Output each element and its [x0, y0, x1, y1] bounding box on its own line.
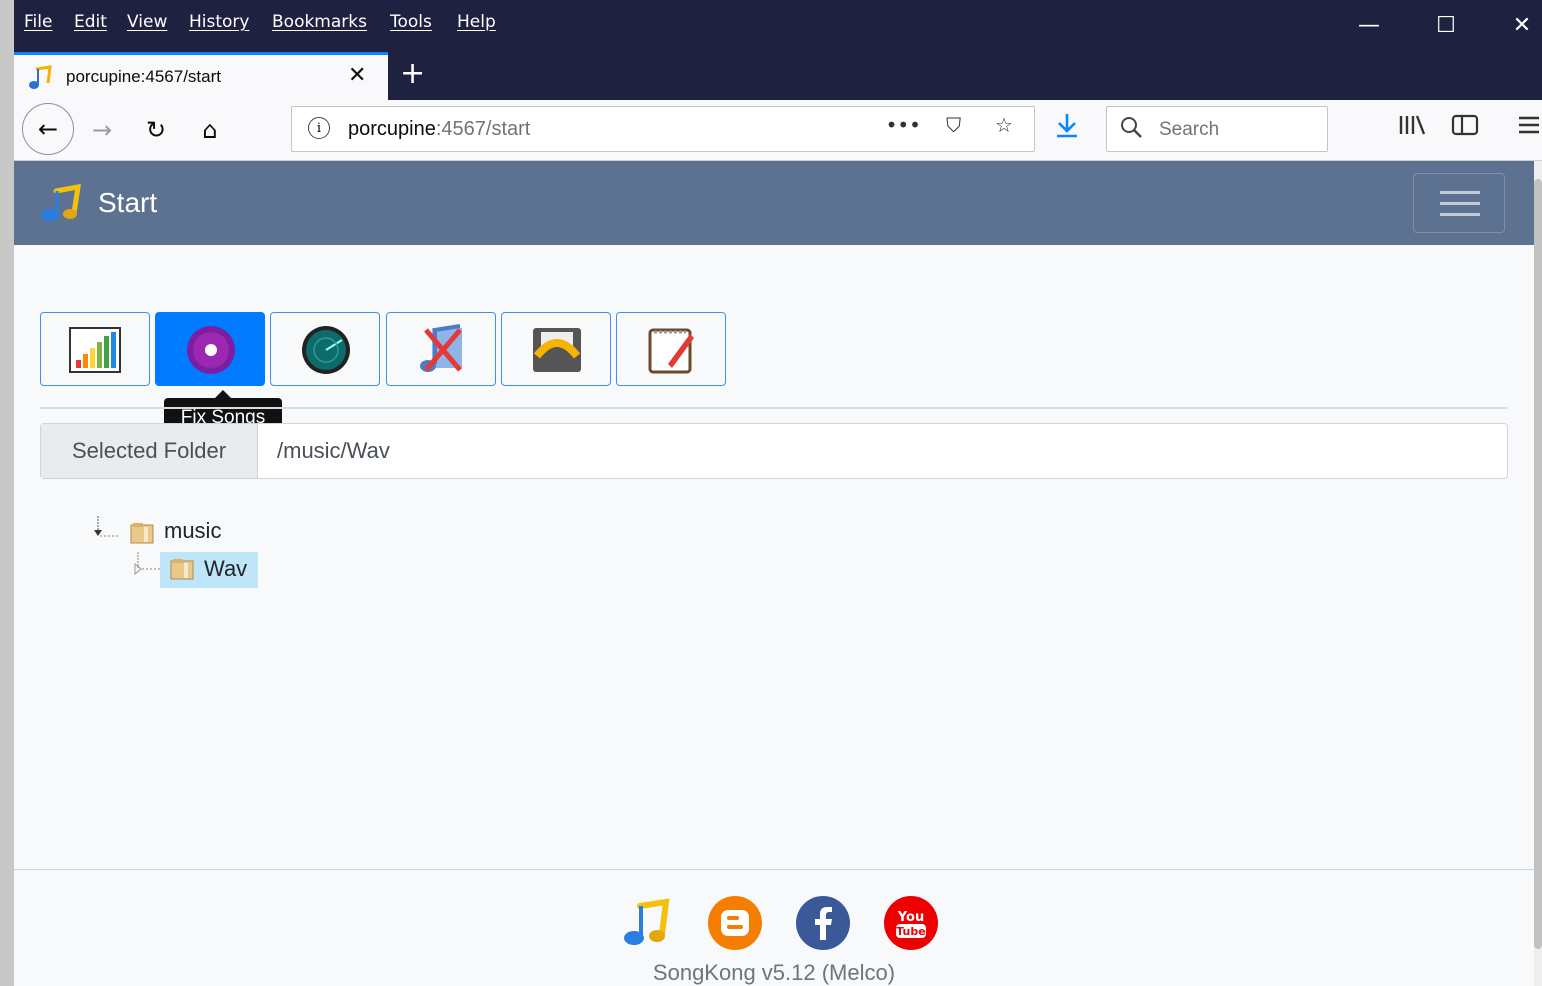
bookmark-star-icon[interactable]: ☆ [982, 113, 1026, 137]
divider [40, 407, 1508, 409]
forward-button[interactable]: → [80, 108, 124, 152]
tree-label-wav: Wav [204, 556, 248, 581]
home-button[interactable]: ⌂ [188, 108, 232, 152]
notes-button[interactable] [616, 312, 726, 386]
svg-text:Tube: Tube [896, 925, 925, 938]
url-path: :4567/start [435, 118, 531, 140]
music-delete-icon [420, 324, 462, 372]
fix-songs-button[interactable] [155, 312, 265, 386]
tab-strip: porcupine:4567/start ✕ + [14, 46, 1542, 100]
disc-icon [187, 326, 235, 374]
facebook-icon[interactable] [796, 896, 850, 950]
notepad-icon [648, 328, 694, 374]
radar-button[interactable] [270, 312, 380, 386]
tree-expander-icon[interactable] [92, 516, 122, 542]
library-icon[interactable] [1398, 114, 1426, 136]
tab-start[interactable]: porcupine:4567/start ✕ [14, 52, 388, 100]
status-button[interactable] [40, 312, 150, 386]
blogger-icon[interactable] [708, 896, 762, 950]
back-button[interactable]: ← [22, 103, 74, 155]
svg-text:You: You [897, 910, 924, 925]
delete-duplicates-button[interactable] [386, 312, 496, 386]
tree-collapsed-icon[interactable] [132, 552, 162, 580]
folder-icon [170, 559, 194, 580]
menu-view[interactable]: View [127, 12, 167, 32]
menu-help[interactable]: Help [457, 12, 496, 32]
minimize-button[interactable]: — [1339, 8, 1399, 44]
undo-icon [533, 328, 581, 372]
menu-tools[interactable]: Tools [390, 12, 432, 32]
info-icon[interactable]: i [308, 117, 330, 139]
app-header: Start [14, 161, 1534, 245]
navigation-bar: ← → ↻ ⌂ i porcupine:4567/start ••• ⛉ ☆ S… [14, 100, 1542, 161]
reload-button[interactable]: ↻ [134, 108, 178, 152]
sidebar-icon[interactable] [1451, 114, 1479, 136]
selected-folder-label: Selected Folder [41, 424, 258, 478]
menu-history[interactable]: History [189, 12, 249, 32]
url-text[interactable]: porcupine:4567/start [348, 118, 530, 141]
page-title: Start [98, 187, 158, 218]
radar-icon [302, 326, 350, 374]
footer-divider [14, 869, 1534, 870]
pocket-icon[interactable]: ⛉ [932, 113, 976, 137]
songkong-logo-icon [41, 183, 82, 221]
tree-label-music: music [164, 518, 222, 543]
search-icon [1121, 117, 1142, 138]
menu-bar: File Edit View History Bookmarks Tools H… [14, 0, 1542, 46]
hamburger-menu-icon[interactable] [1517, 114, 1541, 136]
menu-file[interactable]: File [24, 12, 52, 32]
more-actions-icon[interactable]: ••• [881, 113, 925, 137]
tab-title: porcupine:4567/start [66, 67, 221, 86]
menu-edit[interactable]: Edit [74, 12, 107, 32]
search-input[interactable]: Search [1159, 119, 1219, 141]
tree-node-music[interactable]: music [92, 516, 292, 548]
url-host: porcupine [348, 118, 436, 140]
tab-close-icon[interactable]: ✕ [348, 63, 366, 88]
tree-node-wav[interactable]: Wav [132, 552, 292, 588]
search-box[interactable]: Search [1106, 106, 1328, 152]
youtube-icon[interactable]: You Tube [884, 896, 938, 950]
maximize-button[interactable]: ☐ [1416, 8, 1476, 44]
scrollbar-thumb[interactable] [1534, 179, 1542, 949]
url-actions: ••• ⛉ ☆ [881, 113, 1026, 137]
tree-selection-highlight: Wav [160, 552, 258, 588]
bar-chart-icon [69, 327, 121, 373]
close-window-button[interactable]: ✕ [1492, 8, 1542, 44]
new-tab-button[interactable]: + [400, 52, 425, 96]
undo-button[interactable] [501, 312, 611, 386]
tooltip-arrow [215, 390, 231, 398]
navbar-toggle-button[interactable] [1413, 173, 1505, 233]
browser-window: File Edit View History Bookmarks Tools H… [14, 0, 1542, 986]
download-icon[interactable] [1054, 112, 1080, 140]
scrollbar[interactable] [1534, 161, 1542, 986]
songkong-icon [29, 65, 52, 89]
songkong-icon[interactable] [620, 896, 674, 950]
url-bar[interactable]: i porcupine:4567/start ••• ⛉ ☆ [291, 106, 1035, 152]
menu-bookmarks[interactable]: Bookmarks [272, 12, 367, 32]
selected-folder-value[interactable]: /music/Wav [277, 424, 390, 478]
folder-icon [130, 523, 154, 544]
version-text: SongKong v5.12 (Melco) [652, 960, 896, 985]
selected-folder-field: Selected Folder /music/Wav [40, 423, 1508, 479]
